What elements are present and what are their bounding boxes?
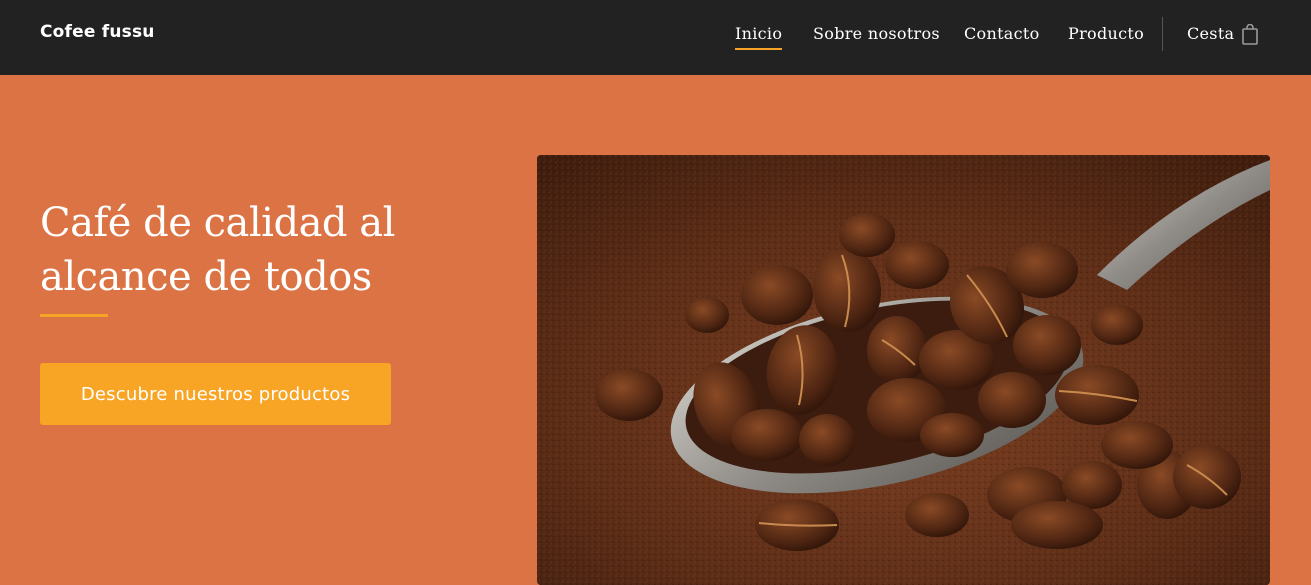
nav-item-sobre-nosotros[interactable]: Sobre nosotros [813, 22, 940, 46]
nav-divider [1162, 17, 1163, 51]
main-nav: Inicio Sobre nosotros Contacto Producto … [0, 0, 1311, 75]
nav-item-producto[interactable]: Producto [1068, 22, 1144, 46]
hero-title-underline [40, 314, 108, 317]
shopping-bag-icon[interactable] [1242, 23, 1258, 45]
discover-products-button[interactable]: Descubre nuestros productos [40, 363, 391, 425]
nav-item-cesta[interactable]: Cesta [1187, 22, 1234, 46]
coffee-beans-image [537, 155, 1270, 585]
nav-item-inicio[interactable]: Inicio [735, 22, 783, 50]
top-navigation-bar: Cofee fussu Inicio Sobre nosotros Contac… [0, 0, 1311, 75]
nav-item-contacto[interactable]: Contacto [964, 22, 1040, 46]
hero-title: Café de calidad al alcance de todos [40, 200, 395, 300]
